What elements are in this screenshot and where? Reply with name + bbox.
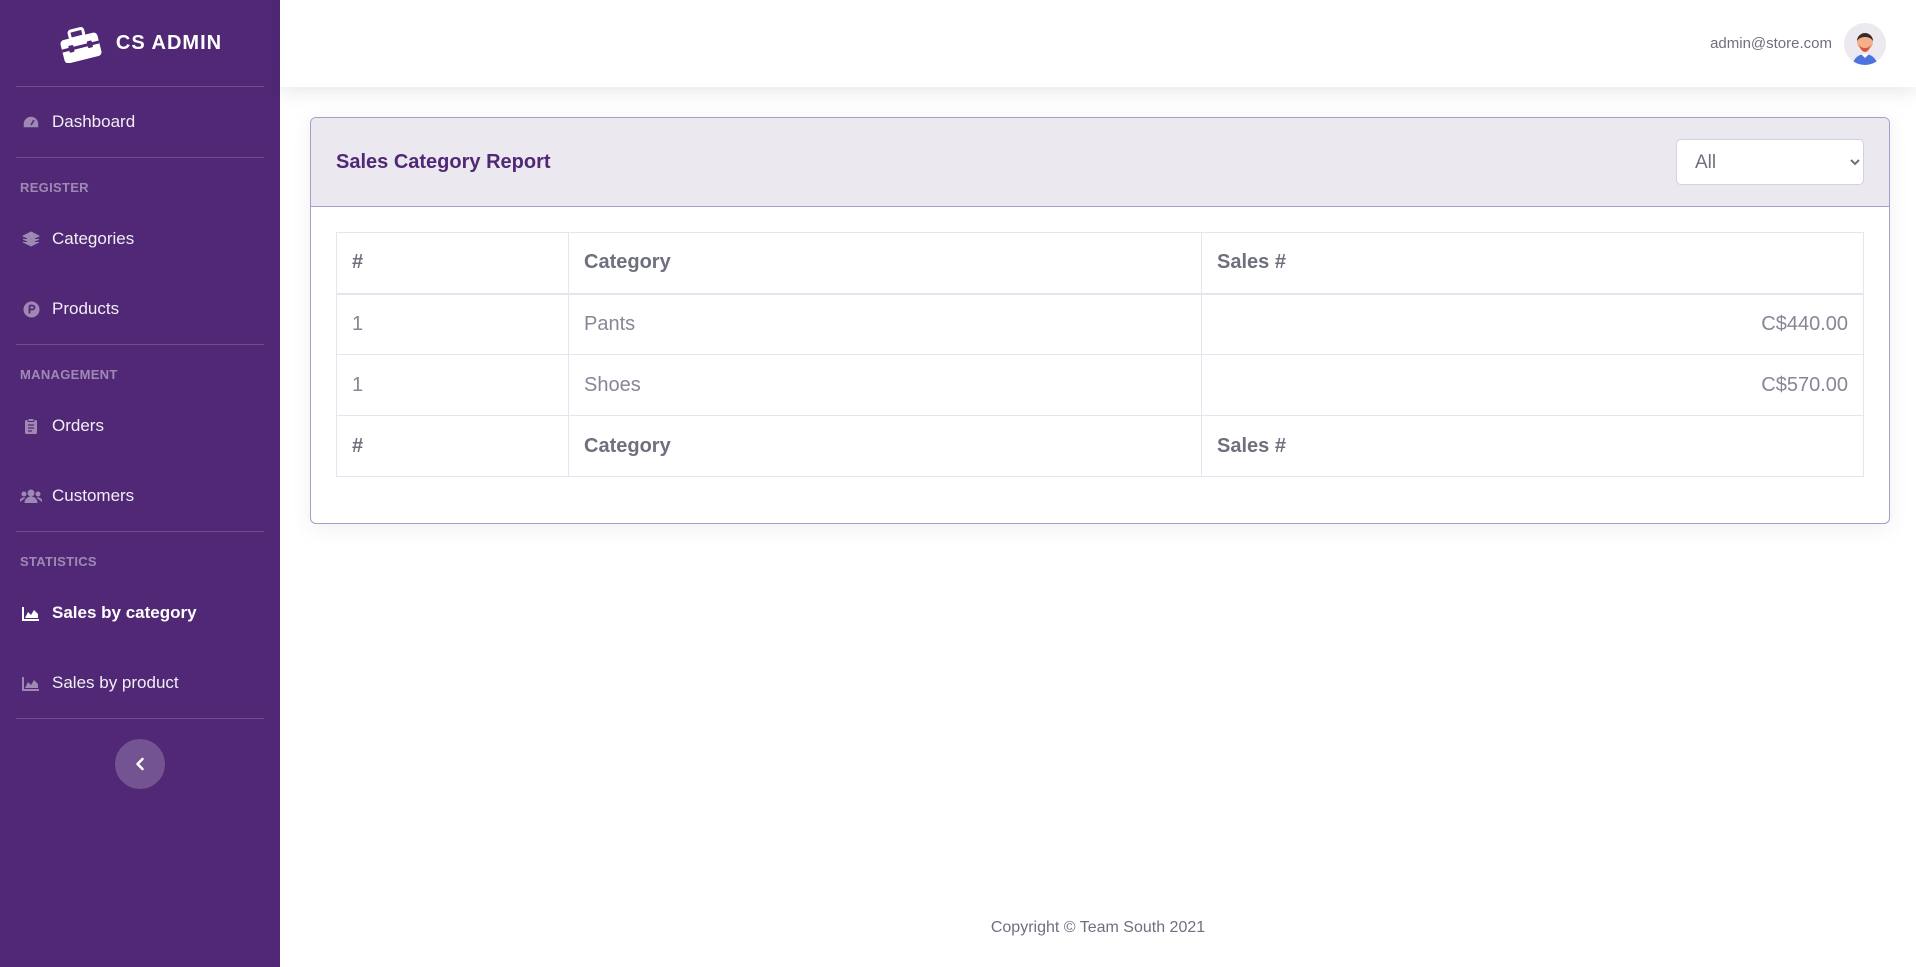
- category-filter-select[interactable]: All: [1676, 139, 1864, 185]
- sidebar-item-label: Categories: [52, 229, 135, 248]
- product-hunt-icon: [20, 300, 42, 318]
- cell-number: 1: [336, 354, 569, 416]
- sidebar-item-label: Sales by category: [52, 603, 197, 622]
- section-heading-register: REGISTER: [20, 180, 89, 195]
- cell-number: 1: [336, 293, 569, 355]
- sidebar-item-label: Customers: [52, 486, 135, 505]
- sales-table: # Category Sales # 1 Pants C$440.00 1 Sh…: [336, 232, 1864, 477]
- area-chart-icon: [20, 604, 42, 622]
- sidebar-item-products[interactable]: Products: [0, 274, 280, 344]
- topbar: admin@store.com: [280, 0, 1916, 87]
- clipboard-icon: [20, 417, 42, 435]
- card-header: Sales Category Report All: [311, 118, 1889, 207]
- table-row: 1 Pants C$440.00: [336, 293, 1864, 355]
- column-footer-category: Category: [568, 415, 1202, 477]
- column-footer-sales: Sales #: [1201, 415, 1864, 477]
- user-avatar[interactable]: [1844, 22, 1886, 65]
- column-header-sales[interactable]: Sales #: [1201, 232, 1864, 295]
- sidebar: CS ADMIN Dashboard REGISTER Categories P…: [0, 0, 280, 967]
- copyright-text: Copyright © Team South 2021: [990, 919, 1206, 936]
- table-row: 1 Shoes C$570.00: [336, 354, 1864, 416]
- cell-sales: C$570.00: [1201, 354, 1864, 416]
- brand-name: CS ADMIN: [115, 31, 223, 54]
- sidebar-toggle-button[interactable]: [115, 739, 165, 789]
- sidebar-toggle-wrap: [0, 719, 280, 789]
- column-footer-number: #: [336, 415, 569, 477]
- table-header-row: # Category Sales #: [336, 232, 1864, 295]
- card-title: Sales Category Report: [336, 150, 551, 173]
- table-footer-row: # Category Sales #: [336, 415, 1864, 477]
- avatar-icon: [1844, 22, 1886, 65]
- card-body: # Category Sales # 1 Pants C$440.00 1 Sh…: [311, 207, 1889, 502]
- toolbox-icon: [60, 27, 102, 63]
- sidebar-item-label: Dashboard: [52, 112, 136, 131]
- sidebar-item-dashboard[interactable]: Dashboard: [0, 87, 280, 157]
- users-icon: [20, 487, 42, 505]
- cell-category: Pants: [568, 293, 1202, 355]
- column-header-category[interactable]: Category: [568, 232, 1202, 295]
- chevron-left-icon: [136, 757, 144, 771]
- gauge-icon: [20, 113, 42, 131]
- cell-sales: C$440.00: [1201, 293, 1864, 355]
- column-header-number[interactable]: #: [336, 232, 569, 295]
- section-heading-statistics: STATISTICS: [20, 554, 97, 569]
- sales-category-report-card: Sales Category Report All # Category Sal…: [310, 117, 1890, 524]
- brand[interactable]: CS ADMIN: [16, 0, 264, 87]
- section-heading-management: MANAGEMENT: [20, 367, 118, 382]
- page-footer: Copyright © Team South 2021: [280, 919, 1916, 937]
- sidebar-item-label: Products: [52, 299, 120, 318]
- sidebar-item-label: Sales by product: [52, 673, 179, 692]
- sidebar-item-categories[interactable]: Categories: [0, 204, 280, 274]
- sidebar-item-customers[interactable]: Customers: [0, 461, 280, 531]
- user-email[interactable]: admin@store.com: [1710, 35, 1832, 52]
- sidebar-item-orders[interactable]: Orders: [0, 391, 280, 461]
- sidebar-item-label: Orders: [52, 416, 104, 435]
- cell-category: Shoes: [568, 354, 1202, 416]
- area-chart-icon: [20, 674, 42, 692]
- sidebar-item-sales-by-category[interactable]: Sales by category: [0, 578, 280, 648]
- sidebar-item-sales-by-product[interactable]: Sales by product: [0, 648, 280, 718]
- layers-icon: [20, 230, 42, 248]
